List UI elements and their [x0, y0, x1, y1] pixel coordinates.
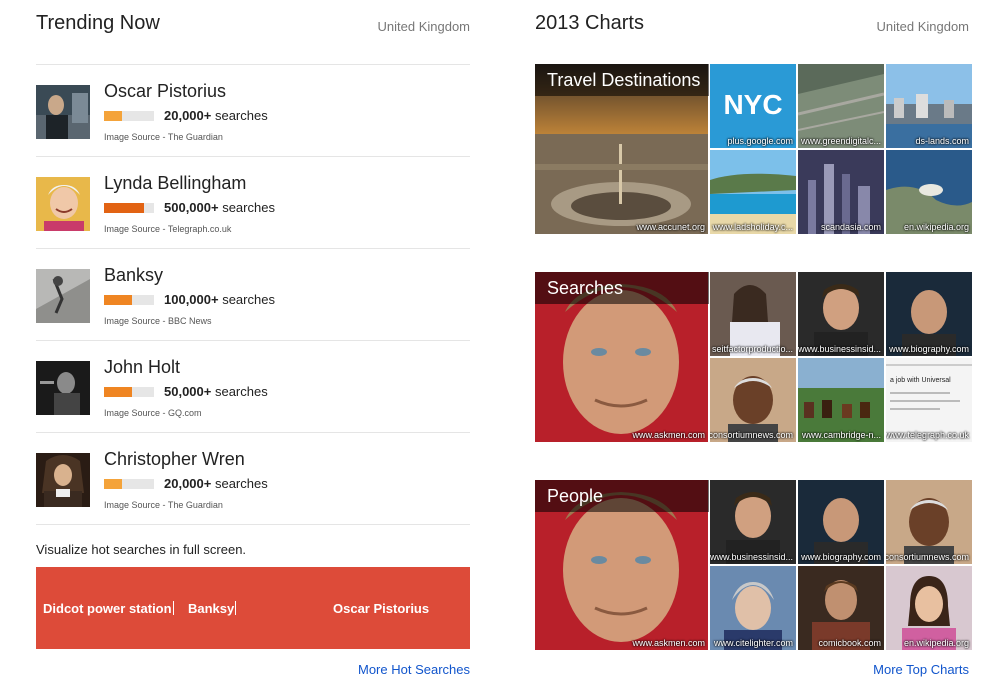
- image-source-caption: scandasia.com: [820, 222, 881, 232]
- trend-thumbnail[interactable]: [36, 361, 90, 415]
- trend-item[interactable]: Lynda Bellingham 500,000+ searches Image…: [36, 157, 470, 249]
- panel-thumb[interactable]: www.businessinsid...: [710, 480, 796, 564]
- image-source-caption: www.biography.com: [889, 344, 969, 354]
- panel-thumb[interactable]: www.ladsholiday.c...: [710, 150, 796, 234]
- trend-volume-bar: [104, 295, 154, 305]
- panel-thumb[interactable]: scandasia.com: [798, 150, 884, 234]
- image-source-caption: seitfactorproductio...: [711, 344, 793, 354]
- image-source-caption: www.businessinsid...: [798, 344, 881, 354]
- panel-thumb[interactable]: consortiumnews.com: [886, 480, 972, 564]
- nyc-logo-text: NYC: [723, 89, 782, 120]
- panel-title[interactable]: Travel Destinations: [535, 64, 709, 96]
- panel-thumb[interactable]: en.wikipedia.org: [886, 566, 972, 650]
- panel-thumb[interactable]: www.citelighter.com: [710, 566, 796, 650]
- hot-search-term[interactable]: Oscar Pistorius: [333, 601, 429, 616]
- trend-count: 20,000+ searches: [164, 476, 268, 491]
- image-source-caption: www.citelighter.com: [713, 638, 793, 648]
- panel-thumb[interactable]: NYC plus.google.com: [710, 64, 796, 148]
- trend-count: 50,000+ searches: [164, 384, 268, 399]
- charts-region[interactable]: United Kingdom: [877, 19, 970, 34]
- image-source-caption: www.accunet.org: [636, 222, 705, 232]
- trend-thumbnail[interactable]: [36, 177, 90, 231]
- image-source-caption: www.businessinsid...: [710, 552, 793, 562]
- image-source-caption: www.biography.com: [801, 552, 881, 562]
- trend-item[interactable]: John Holt 50,000+ searches Image Source …: [36, 341, 470, 433]
- hot-search-term[interactable]: Didcot power station: [43, 601, 174, 616]
- panel-thumb[interactable]: a job with Universal www.telegraph.co.uk: [886, 358, 972, 442]
- trend-image-source: Image Source - Telegraph.co.uk: [104, 224, 232, 234]
- trending-region[interactable]: United Kingdom: [378, 19, 471, 34]
- image-source-caption: en.wikipedia.org: [903, 222, 969, 232]
- trend-item[interactable]: Banksy 100,000+ searches Image Source - …: [36, 249, 470, 341]
- top-charts-section: 2013 Charts United Kingdom www.accunet.o…: [535, 0, 972, 677]
- trend-count: 100,000+ searches: [164, 292, 275, 307]
- image-source-caption: www.greendigitalc...: [800, 136, 881, 146]
- image-source-caption: www.telegraph.co.uk: [886, 430, 969, 440]
- panel-title[interactable]: Searches: [535, 272, 709, 304]
- text-cursor: [235, 601, 237, 615]
- document-text: a job with Universal: [890, 377, 951, 384]
- panel-thumb[interactable]: www.cambridge-n...: [798, 358, 884, 442]
- image-source-caption: plus.google.com: [727, 136, 793, 146]
- trend-item[interactable]: Christopher Wren 20,000+ searches Image …: [36, 433, 470, 525]
- trend-thumbnail[interactable]: [36, 85, 90, 139]
- panel-thumb[interactable]: seitfactorproductio...: [710, 272, 796, 356]
- image-source-caption: www.askmen.com: [632, 430, 705, 440]
- image-source-caption: ds-lands.com: [915, 136, 969, 146]
- trend-volume-bar: [104, 203, 154, 213]
- more-hot-searches-link[interactable]: More Hot Searches: [358, 662, 470, 677]
- text-cursor: [172, 601, 174, 615]
- trend-count: 20,000+ searches: [164, 108, 268, 123]
- more-top-charts-link[interactable]: More Top Charts: [873, 662, 969, 677]
- trend-name[interactable]: Banksy: [104, 265, 163, 286]
- image-source-caption: www.ladsholiday.c...: [712, 222, 793, 232]
- trend-count: 500,000+ searches: [164, 200, 275, 215]
- chart-panel-searches[interactable]: www.askmen.com seitfactorproductio... ww…: [535, 272, 972, 442]
- image-source-caption: www.cambridge-n...: [801, 430, 881, 440]
- trending-header: Trending Now United Kingdom: [36, 0, 470, 65]
- trend-volume-bar: [104, 111, 154, 121]
- panel-thumb[interactable]: www.businessinsid...: [798, 272, 884, 356]
- trend-thumbnail[interactable]: [36, 453, 90, 507]
- trend-name[interactable]: Lynda Bellingham: [104, 173, 246, 194]
- hot-search-term[interactable]: Banksy: [188, 601, 237, 616]
- panel-thumb[interactable]: en.wikipedia.org: [886, 150, 972, 234]
- trend-image-source: Image Source - GQ.com: [104, 408, 202, 418]
- image-source-caption: consortiumnews.com: [710, 430, 793, 440]
- panel-thumb[interactable]: ds-lands.com: [886, 64, 972, 148]
- trend-name[interactable]: Christopher Wren: [104, 449, 245, 470]
- charts-title: 2013 Charts: [535, 12, 644, 34]
- trend-item[interactable]: Oscar Pistorius 20,000+ searches Image S…: [36, 65, 470, 157]
- visualize-text: Visualize hot searches in full screen.: [36, 542, 247, 557]
- panel-thumb[interactable]: consortiumnews.com: [710, 358, 796, 442]
- trend-thumbnail[interactable]: [36, 269, 90, 323]
- image-source-caption: www.askmen.com: [632, 638, 705, 648]
- trend-image-source: Image Source - The Guardian: [104, 500, 223, 510]
- panel-thumb[interactable]: comicbook.com: [798, 566, 884, 650]
- hot-searches-visualizer[interactable]: Didcot power station Banksy Oscar Pistor…: [36, 567, 470, 649]
- panel-thumb[interactable]: www.greendigitalc...: [798, 64, 884, 148]
- panel-thumb[interactable]: www.biography.com: [886, 272, 972, 356]
- charts-header: 2013 Charts United Kingdom: [535, 0, 969, 64]
- panel-title[interactable]: People: [535, 480, 709, 512]
- trend-name[interactable]: Oscar Pistorius: [104, 81, 226, 102]
- panel-thumb[interactable]: www.biography.com: [798, 480, 884, 564]
- trend-image-source: Image Source - BBC News: [104, 316, 212, 326]
- chart-panel-people[interactable]: www.askmen.com www.businessinsid... www.…: [535, 480, 972, 650]
- image-source-caption: consortiumnews.com: [886, 552, 969, 562]
- trend-image-source: Image Source - The Guardian: [104, 132, 223, 142]
- trend-name[interactable]: John Holt: [104, 357, 180, 378]
- chart-panel-travel-destinations[interactable]: www.accunet.org NYC plus.google.com www.…: [535, 64, 972, 234]
- trending-title: Trending Now: [36, 12, 160, 34]
- image-source-caption: comicbook.com: [818, 638, 881, 648]
- trending-now-section: Trending Now United Kingdom Oscar Pistor…: [36, 0, 470, 677]
- trend-volume-bar: [104, 479, 154, 489]
- image-source-caption: en.wikipedia.org: [903, 638, 969, 648]
- trend-volume-bar: [104, 387, 154, 397]
